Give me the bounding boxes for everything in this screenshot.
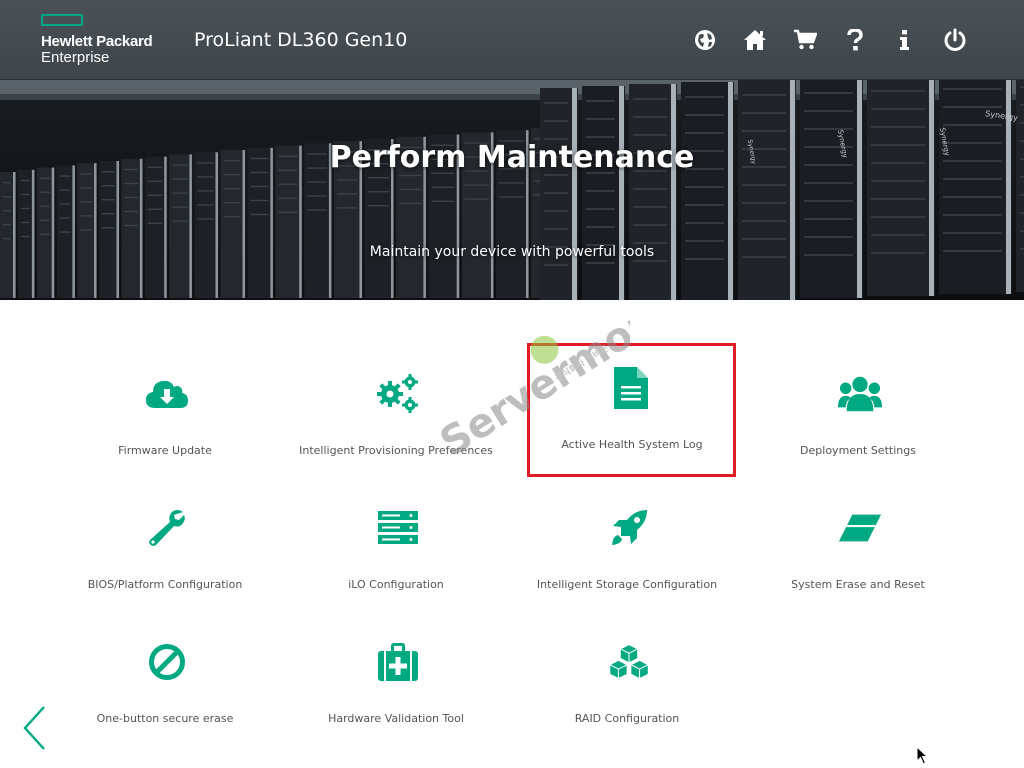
tile-label: System Erase and Reset: [791, 578, 925, 591]
language-button[interactable]: [680, 26, 730, 54]
power-button[interactable]: [930, 26, 980, 54]
tile-label: BIOS/Platform Configuration: [87, 578, 243, 591]
tile-raid-configuration[interactable]: RAID Configuration: [522, 626, 732, 746]
hpe-logo: Hewlett Packard Enterprise: [41, 14, 171, 66]
tile-bios-platform-configuration[interactable]: BIOS/Platform Configuration: [60, 492, 270, 612]
medkit-icon: [376, 640, 420, 684]
tile-label: Active Health System Log: [561, 438, 703, 451]
document-icon: [609, 366, 653, 410]
tile-deployment-settings[interactable]: Deployment Settings: [753, 358, 963, 478]
product-title: ProLiant DL360 Gen10: [194, 29, 408, 51]
tile-label: iLO Configuration: [348, 578, 444, 591]
globe-icon: [695, 30, 715, 50]
top-bar: Hewlett Packard Enterprise ProLiant DL36…: [0, 0, 1024, 80]
cubes-icon: [607, 640, 651, 684]
tile-active-health-system-log[interactable]: Active Health System Log: [527, 343, 736, 477]
tile-label: One-button secure erase: [96, 712, 234, 725]
server-room-image: Synergy Synergy Synergy Synergy: [0, 80, 1024, 300]
header-toolbar: [680, 26, 980, 54]
brand-name-suffix: Enterprise: [41, 49, 110, 66]
eraser-icon: [838, 506, 882, 550]
cart-button[interactable]: [780, 26, 830, 54]
tile-label: RAID Configuration: [574, 712, 680, 725]
page-title: Perform Maintenance: [329, 140, 695, 175]
server-icon: [376, 506, 420, 550]
back-button[interactable]: [20, 704, 52, 752]
mouse-cursor-icon: [916, 746, 929, 765]
tile-one-button-secure-erase[interactable]: One-button secure erase: [60, 626, 270, 746]
tile-system-erase-and-reset[interactable]: System Erase and Reset: [753, 492, 963, 612]
gears-icon: [376, 372, 420, 416]
home-icon: [744, 30, 766, 50]
tile-firmware-update[interactable]: Firmware Update: [60, 358, 270, 478]
tile-label: Intelligent Storage Configuration: [536, 578, 718, 591]
help-button[interactable]: [830, 26, 880, 54]
users-icon: [838, 372, 882, 416]
tile-label: Hardware Validation Tool: [328, 712, 464, 725]
info-button[interactable]: [880, 26, 930, 54]
tile-intelligent-provisioning-preferences[interactable]: Intelligent Provisioning Preferences: [291, 358, 501, 478]
ban-icon: [145, 640, 189, 684]
tile-ilo-configuration[interactable]: iLO Configuration: [291, 492, 501, 612]
info-icon: [900, 30, 909, 50]
power-icon: [944, 28, 966, 51]
question-icon: [847, 29, 863, 51]
rocket-icon: [607, 506, 651, 550]
tile-hardware-validation-tool[interactable]: Hardware Validation Tool: [291, 626, 501, 746]
cloud-download-icon: [145, 372, 189, 416]
wrench-icon: [145, 506, 189, 550]
tile-label: Firmware Update: [118, 444, 212, 457]
tile-intelligent-storage-configuration[interactable]: Intelligent Storage Configuration: [522, 492, 732, 612]
page-subtitle: Maintain your device with powerful tools: [369, 244, 655, 260]
brand-name: Hewlett Packard: [41, 33, 153, 50]
app-window: Synergy Synergy Synergy Synergy Hewlett …: [0, 0, 1024, 768]
home-button[interactable]: [730, 26, 780, 54]
hpe-logo-element: [41, 14, 83, 26]
chevron-left-icon: [23, 706, 45, 750]
tile-label: Intelligent Provisioning Preferences: [299, 444, 493, 457]
cart-icon: [794, 29, 817, 50]
hero-banner: Synergy Synergy Synergy Synergy Hewlett …: [0, 0, 1024, 300]
tile-label: Deployment Settings: [800, 444, 916, 457]
